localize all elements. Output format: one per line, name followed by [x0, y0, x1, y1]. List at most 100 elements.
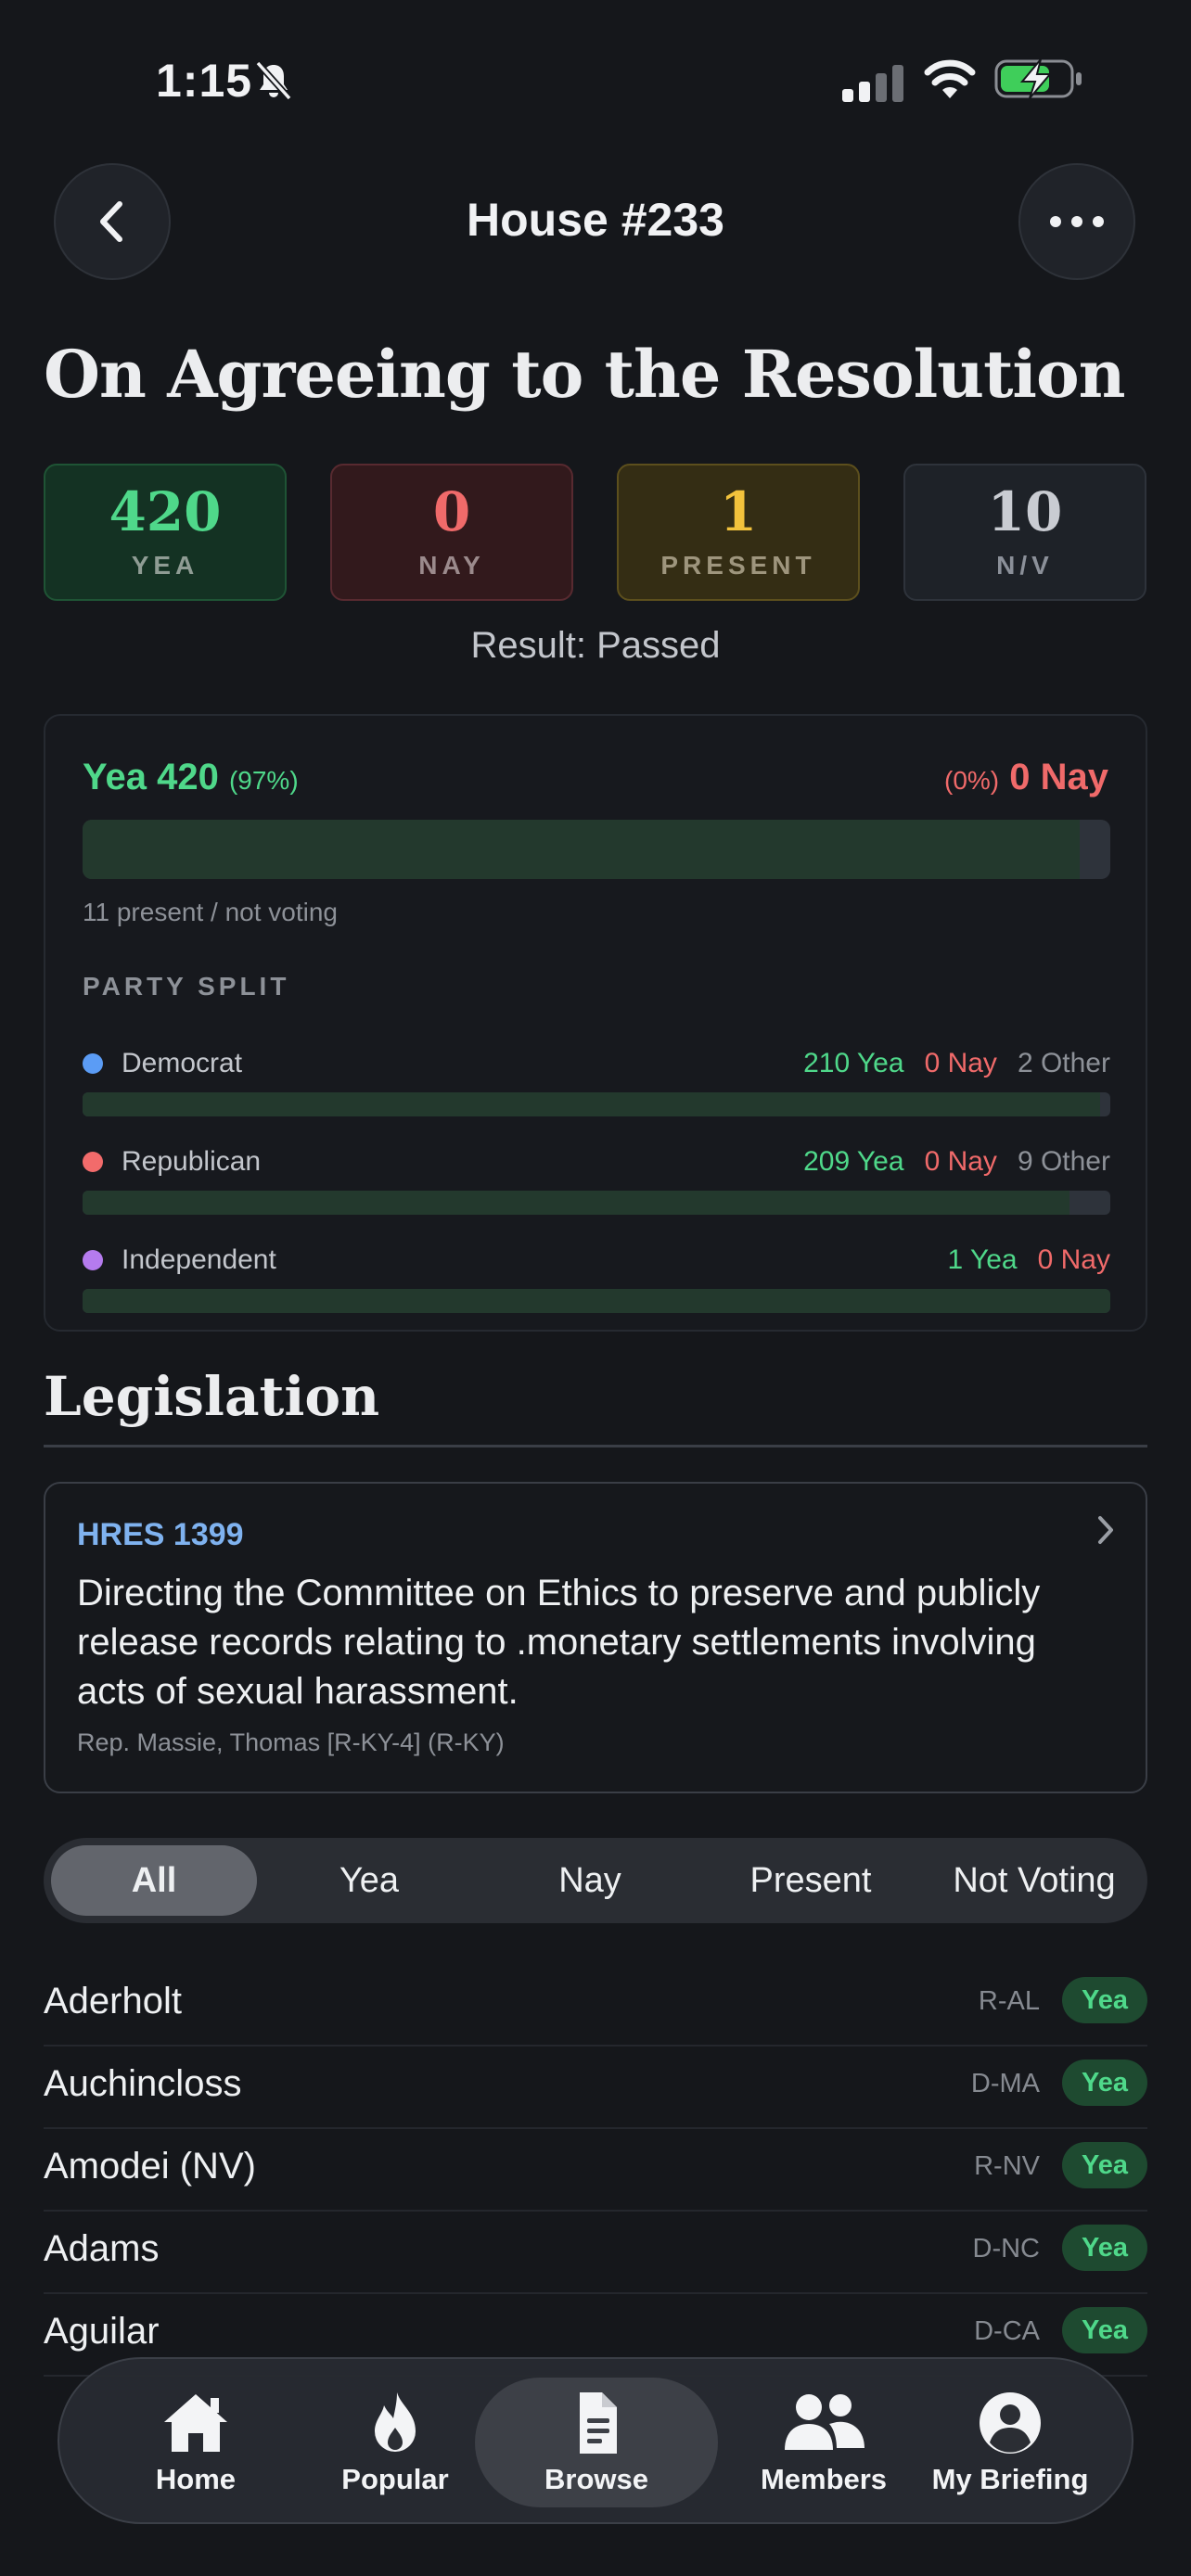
member-name: Amodei (NV)	[44, 2146, 256, 2187]
member-name: Adams	[44, 2228, 160, 2269]
present-label: PRESENT	[660, 551, 816, 580]
yea-label: YEA	[131, 551, 199, 580]
bill-description: Directing the Committee on Ethics to pre…	[77, 1573, 1041, 1712]
member-vote-badge: Yea	[1062, 2307, 1147, 2353]
nay-summary: (0%) 0 Nay	[944, 757, 1108, 798]
tab-my-briefing[interactable]: My Briefing	[913, 2378, 1108, 2507]
bell-muted-icon	[255, 60, 292, 101]
member-vote-badge: Yea	[1062, 1977, 1147, 2023]
party-row-republican: Republican 209 Yea 0 Nay 9 Other	[83, 1146, 1110, 1220]
member-party: D-MA	[970, 2069, 1040, 2098]
party-other-count: 2 Other	[1017, 1048, 1110, 1078]
party-color-dot	[83, 1250, 103, 1270]
member-row[interactable]: Adams D-NC Yea	[44, 2212, 1147, 2294]
member-vote-badge: Yea	[1062, 2142, 1147, 2188]
party-progress-fill	[83, 1092, 1100, 1116]
party-counts: 1 Yea 0 Nay	[948, 1244, 1110, 1276]
tab-home[interactable]: Home	[96, 2378, 295, 2507]
party-progress-bar	[83, 1289, 1110, 1313]
party-yea-count: 209 Yea	[803, 1146, 904, 1177]
yea-progress-bar	[83, 820, 1110, 879]
member-row[interactable]: Auchincloss D-MA Yea	[44, 2047, 1147, 2129]
flame-icon	[375, 2392, 416, 2452]
present-not-voting-note: 11 present / not voting	[83, 898, 338, 926]
tab-label: Members	[760, 2463, 888, 2495]
member-name: Auchincloss	[44, 2063, 242, 2104]
yea-percent: (97%)	[228, 766, 299, 795]
party-nay-count: 0 Nay	[1037, 1244, 1110, 1275]
party-counts: 209 Yea 0 Nay 9 Other	[803, 1146, 1110, 1178]
wifi-icon	[924, 59, 976, 98]
signal-icon	[842, 65, 903, 102]
filter-nay[interactable]: Nay	[487, 1845, 693, 1916]
tab-label: Home	[155, 2463, 237, 2495]
legislation-card[interactable]: HRES 1399 Directing the Committee on Eth…	[44, 1482, 1147, 1793]
yea-tally: 420 YEA	[44, 464, 287, 601]
battery-charging-icon	[994, 58, 1082, 99]
yea-progress-fill	[83, 820, 1080, 879]
member-name: Aguilar	[44, 2311, 160, 2352]
member-row[interactable]: Aderholt R-AL Yea	[44, 1964, 1147, 2047]
nay-percent: (0%)	[944, 766, 1000, 795]
document-icon	[580, 2392, 617, 2454]
party-name: Democrat	[122, 1048, 243, 1078]
party-progress-bar	[83, 1092, 1110, 1116]
filter-yea[interactable]: Yea	[266, 1845, 472, 1916]
not-voting-count: 10	[987, 480, 1063, 543]
filter-all[interactable]: All	[51, 1845, 257, 1916]
party-nay-count: 0 Nay	[924, 1048, 997, 1078]
member-name: Aderholt	[44, 1981, 182, 2021]
party-yea-count: 210 Yea	[803, 1048, 904, 1078]
party-row-democrat: Democrat 210 Yea 0 Nay 2 Other	[83, 1048, 1110, 1122]
member-party: D-CA	[974, 2316, 1040, 2346]
nay-tally: 0 NAY	[330, 464, 573, 601]
bill-id: HRES 1399	[77, 1517, 244, 1552]
member-party: D-NC	[972, 2234, 1041, 2264]
nay-summary-label: 0 Nay	[1009, 757, 1108, 797]
tab-popular[interactable]: Popular	[302, 2378, 488, 2507]
filter-present[interactable]: Present	[708, 1845, 914, 1916]
party-yea-count: 1 Yea	[947, 1244, 1018, 1275]
party-progress-fill	[83, 1289, 1110, 1313]
member-vote-badge: Yea	[1062, 2060, 1147, 2106]
party-name: Independent	[122, 1244, 276, 1275]
not-voting-tally: 10 N/V	[903, 464, 1146, 601]
not-voting-label: N/V	[996, 551, 1054, 580]
tab-browse[interactable]: Browse	[475, 2378, 718, 2507]
party-row-independent: Independent 1 Yea 0 Nay	[83, 1244, 1110, 1319]
tab-label: Popular	[341, 2463, 449, 2495]
bill-sponsor: Rep. Massie, Thomas [R-KY-4] (R-KY)	[77, 1728, 505, 1756]
more-options-button[interactable]	[1018, 163, 1135, 280]
tab-label: My Briefing	[931, 2463, 1089, 2495]
vote-result: Result: Passed	[470, 625, 721, 666]
present-count: 1	[719, 480, 758, 543]
tab-members[interactable]: Members	[725, 2378, 922, 2507]
home-icon	[164, 2394, 227, 2452]
member-party: R-AL	[978, 1986, 1040, 2016]
nay-label: NAY	[418, 551, 485, 580]
party-name: Republican	[122, 1146, 262, 1177]
party-split-title: PARTY SPLIT	[83, 972, 290, 1001]
member-party: R-NV	[974, 2151, 1040, 2181]
yea-summary: Yea 420 (97%)	[83, 757, 299, 798]
party-color-dot	[83, 1053, 103, 1074]
ellipsis-icon	[1050, 216, 1104, 227]
legislation-heading: Legislation	[44, 1365, 380, 1428]
party-color-dot	[83, 1152, 103, 1172]
yea-count: 420	[109, 480, 222, 543]
chevron-right-icon	[1098, 1516, 1113, 1544]
section-divider	[44, 1445, 1147, 1447]
vote-filter-control: All Yea Nay Present Not Voting	[44, 1838, 1147, 1923]
party-progress-fill	[83, 1191, 1069, 1215]
tab-bar: Home Popular Browse Members My Briefing	[58, 2357, 1133, 2524]
yea-summary-label: Yea 420	[83, 757, 219, 797]
member-vote-badge: Yea	[1062, 2225, 1147, 2271]
member-row[interactable]: Amodei (NV) R-NV Yea	[44, 2129, 1147, 2212]
party-other-count: 9 Other	[1017, 1146, 1110, 1177]
filter-not-voting[interactable]: Not Voting	[925, 1845, 1144, 1916]
tab-label: Browse	[544, 2463, 648, 2495]
page-title: House #233	[467, 194, 724, 246]
nay-count: 0	[432, 480, 471, 543]
vote-question: On Agreeing to the Resolution	[44, 336, 1126, 413]
party-counts: 210 Yea 0 Nay 2 Other	[803, 1048, 1110, 1079]
